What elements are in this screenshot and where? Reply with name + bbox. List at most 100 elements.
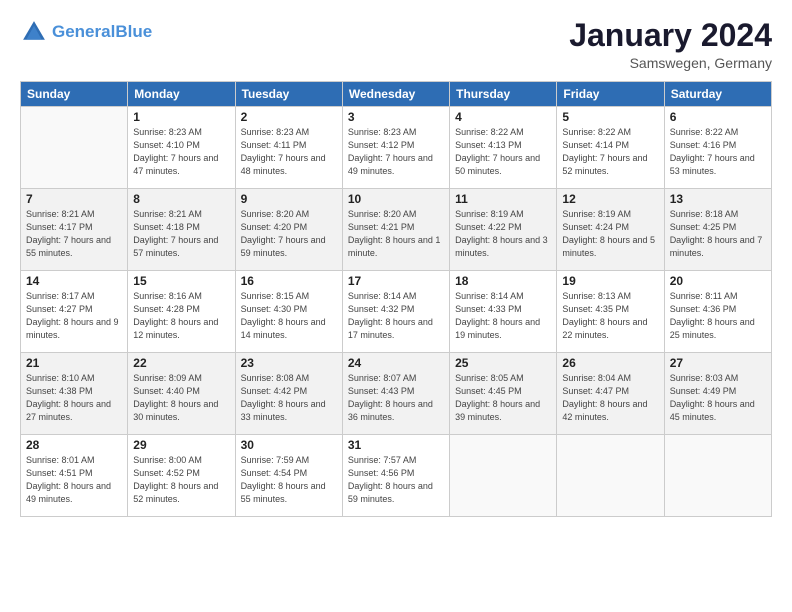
table-row: 1Sunrise: 8:23 AM Sunset: 4:10 PM Daylig… — [128, 107, 235, 189]
table-row: 18 Sunrise: 8:14 AM Sunset: 4:33 PM Dayli… — [450, 271, 557, 353]
day-info: Sunrise: 8:05 AM Sunset: 4:45 PM Dayligh… — [455, 372, 551, 424]
day-number: 3 — [348, 110, 444, 124]
day-number: 17 — [348, 274, 444, 288]
table-row: 14Sunrise: 8:17 AM Sunset: 4:27 PM Dayli… — [21, 271, 128, 353]
calendar-week-row: 21Sunrise: 8:10 AM Sunset: 4:38 PM Dayli… — [21, 353, 772, 435]
day-info: Sunrise: 8:22 AM Sunset: 4:14 PM Dayligh… — [562, 126, 658, 178]
col-tuesday: Tuesday — [235, 82, 342, 107]
table-row: 25Sunrise: 8:05 AM Sunset: 4:45 PM Dayli… — [450, 353, 557, 435]
title-block: January 2024 Samswegen, Germany — [569, 18, 772, 71]
day-number: 10 — [348, 192, 444, 206]
day-info: Sunrise: 8:19 AM Sunset: 4:22 PM Dayligh… — [455, 208, 551, 260]
day-number: 11 — [455, 192, 551, 206]
table-row — [21, 107, 128, 189]
col-friday: Friday — [557, 82, 664, 107]
day-info: Sunrise: 8:04 AM Sunset: 4:47 PM Dayligh… — [562, 372, 658, 424]
calendar-table: Sunday Monday Tuesday Wednesday Thursday… — [20, 81, 772, 517]
table-row: 29 Sunrise: 8:00 AM Sunset: 4:52 PM Dayli… — [128, 435, 235, 517]
day-number: 28 — [26, 438, 122, 452]
table-row — [664, 435, 771, 517]
day-info: Sunrise: 8:09 AM Sunset: 4:40 PM Dayligh… — [133, 372, 229, 424]
calendar-week-row: 1Sunrise: 8:23 AM Sunset: 4:10 PM Daylig… — [21, 107, 772, 189]
day-number: 18 — [455, 274, 551, 288]
table-row: 11 Sunrise: 8:19 AM Sunset: 4:22 PM Dayli… — [450, 189, 557, 271]
day-number: 6 — [670, 110, 766, 124]
day-number: 15 — [133, 274, 229, 288]
logo-icon — [20, 18, 48, 46]
table-row: 16 Sunrise: 8:15 AM Sunset: 4:30 PM Dayli… — [235, 271, 342, 353]
table-row: 13 Sunrise: 8:18 AM Sunset: 4:25 PM Dayli… — [664, 189, 771, 271]
table-row: 17 Sunrise: 8:14 AM Sunset: 4:32 PM Dayli… — [342, 271, 449, 353]
day-info: Sunrise: 8:15 AM Sunset: 4:30 PM Dayligh… — [241, 290, 337, 342]
calendar-header-row: Sunday Monday Tuesday Wednesday Thursday… — [21, 82, 772, 107]
table-row: 6 Sunrise: 8:22 AM Sunset: 4:16 PM Daylig… — [664, 107, 771, 189]
day-info: Sunrise: 8:03 AM Sunset: 4:49 PM Dayligh… — [670, 372, 766, 424]
table-row: 3 Sunrise: 8:23 AM Sunset: 4:12 PM Daylig… — [342, 107, 449, 189]
table-row: 5 Sunrise: 8:22 AM Sunset: 4:14 PM Daylig… — [557, 107, 664, 189]
table-row — [450, 435, 557, 517]
table-row: 19 Sunrise: 8:13 AM Sunset: 4:35 PM Dayli… — [557, 271, 664, 353]
day-number: 5 — [562, 110, 658, 124]
col-monday: Monday — [128, 82, 235, 107]
day-info: Sunrise: 8:08 AM Sunset: 4:42 PM Dayligh… — [241, 372, 337, 424]
day-info: Sunrise: 8:18 AM Sunset: 4:25 PM Dayligh… — [670, 208, 766, 260]
col-saturday: Saturday — [664, 82, 771, 107]
day-info: Sunrise: 8:07 AM Sunset: 4:43 PM Dayligh… — [348, 372, 444, 424]
day-number: 8 — [133, 192, 229, 206]
day-number: 16 — [241, 274, 337, 288]
day-number: 20 — [670, 274, 766, 288]
col-sunday: Sunday — [21, 82, 128, 107]
table-row: 9 Sunrise: 8:20 AM Sunset: 4:20 PM Daylig… — [235, 189, 342, 271]
table-row: 24 Sunrise: 8:07 AM Sunset: 4:43 PM Dayli… — [342, 353, 449, 435]
day-number: 23 — [241, 356, 337, 370]
day-number: 26 — [562, 356, 658, 370]
table-row: 21Sunrise: 8:10 AM Sunset: 4:38 PM Dayli… — [21, 353, 128, 435]
day-number: 27 — [670, 356, 766, 370]
day-info: Sunrise: 8:23 AM Sunset: 4:10 PM Dayligh… — [133, 126, 229, 178]
table-row: 2Sunrise: 8:23 AM Sunset: 4:11 PM Daylig… — [235, 107, 342, 189]
day-info: Sunrise: 7:59 AM Sunset: 4:54 PM Dayligh… — [241, 454, 337, 506]
table-row: 26 Sunrise: 8:04 AM Sunset: 4:47 PM Dayli… — [557, 353, 664, 435]
day-info: Sunrise: 8:22 AM Sunset: 4:13 PM Dayligh… — [455, 126, 551, 178]
month-title: January 2024 — [569, 18, 772, 53]
table-row: 22 Sunrise: 8:09 AM Sunset: 4:40 PM Dayli… — [128, 353, 235, 435]
day-info: Sunrise: 8:01 AM Sunset: 4:51 PM Dayligh… — [26, 454, 122, 506]
col-thursday: Thursday — [450, 82, 557, 107]
day-info: Sunrise: 8:14 AM Sunset: 4:33 PM Dayligh… — [455, 290, 551, 342]
day-number: 7 — [26, 192, 122, 206]
table-row: 10Sunrise: 8:20 AM Sunset: 4:21 PM Dayli… — [342, 189, 449, 271]
day-info: Sunrise: 8:23 AM Sunset: 4:11 PM Dayligh… — [241, 126, 337, 178]
day-number: 9 — [241, 192, 337, 206]
header: GeneralBlue January 2024 Samswegen, Germ… — [20, 18, 772, 71]
day-info: Sunrise: 7:57 AM Sunset: 4:56 PM Dayligh… — [348, 454, 444, 506]
table-row: 7 Sunrise: 8:21 AM Sunset: 4:17 PM Daylig… — [21, 189, 128, 271]
day-info: Sunrise: 8:20 AM Sunset: 4:20 PM Dayligh… — [241, 208, 337, 260]
day-number: 22 — [133, 356, 229, 370]
day-info: Sunrise: 8:00 AM Sunset: 4:52 PM Dayligh… — [133, 454, 229, 506]
logo-text: GeneralBlue — [52, 23, 152, 42]
location: Samswegen, Germany — [569, 55, 772, 71]
day-number: 24 — [348, 356, 444, 370]
table-row — [557, 435, 664, 517]
table-row: 30 Sunrise: 7:59 AM Sunset: 4:54 PM Dayli… — [235, 435, 342, 517]
day-info: Sunrise: 8:10 AM Sunset: 4:38 PM Dayligh… — [26, 372, 122, 424]
table-row: 8 Sunrise: 8:21 AM Sunset: 4:18 PM Daylig… — [128, 189, 235, 271]
day-number: 13 — [670, 192, 766, 206]
day-number: 19 — [562, 274, 658, 288]
logo: GeneralBlue — [20, 18, 152, 46]
day-info: Sunrise: 8:13 AM Sunset: 4:35 PM Dayligh… — [562, 290, 658, 342]
calendar-week-row: 14Sunrise: 8:17 AM Sunset: 4:27 PM Dayli… — [21, 271, 772, 353]
day-info: Sunrise: 8:14 AM Sunset: 4:32 PM Dayligh… — [348, 290, 444, 342]
day-number: 29 — [133, 438, 229, 452]
day-info: Sunrise: 8:23 AM Sunset: 4:12 PM Dayligh… — [348, 126, 444, 178]
day-info: Sunrise: 8:22 AM Sunset: 4:16 PM Dayligh… — [670, 126, 766, 178]
day-info: Sunrise: 8:21 AM Sunset: 4:18 PM Dayligh… — [133, 208, 229, 260]
table-row: 12Sunrise: 8:19 AM Sunset: 4:24 PM Dayli… — [557, 189, 664, 271]
day-number: 14 — [26, 274, 122, 288]
table-row: 27 Sunrise: 8:03 AM Sunset: 4:49 PM Dayli… — [664, 353, 771, 435]
calendar-week-row: 7 Sunrise: 8:21 AM Sunset: 4:17 PM Daylig… — [21, 189, 772, 271]
table-row: 31Sunrise: 7:57 AM Sunset: 4:56 PM Dayli… — [342, 435, 449, 517]
day-info: Sunrise: 8:16 AM Sunset: 4:28 PM Dayligh… — [133, 290, 229, 342]
day-number: 30 — [241, 438, 337, 452]
day-info: Sunrise: 8:21 AM Sunset: 4:17 PM Dayligh… — [26, 208, 122, 260]
